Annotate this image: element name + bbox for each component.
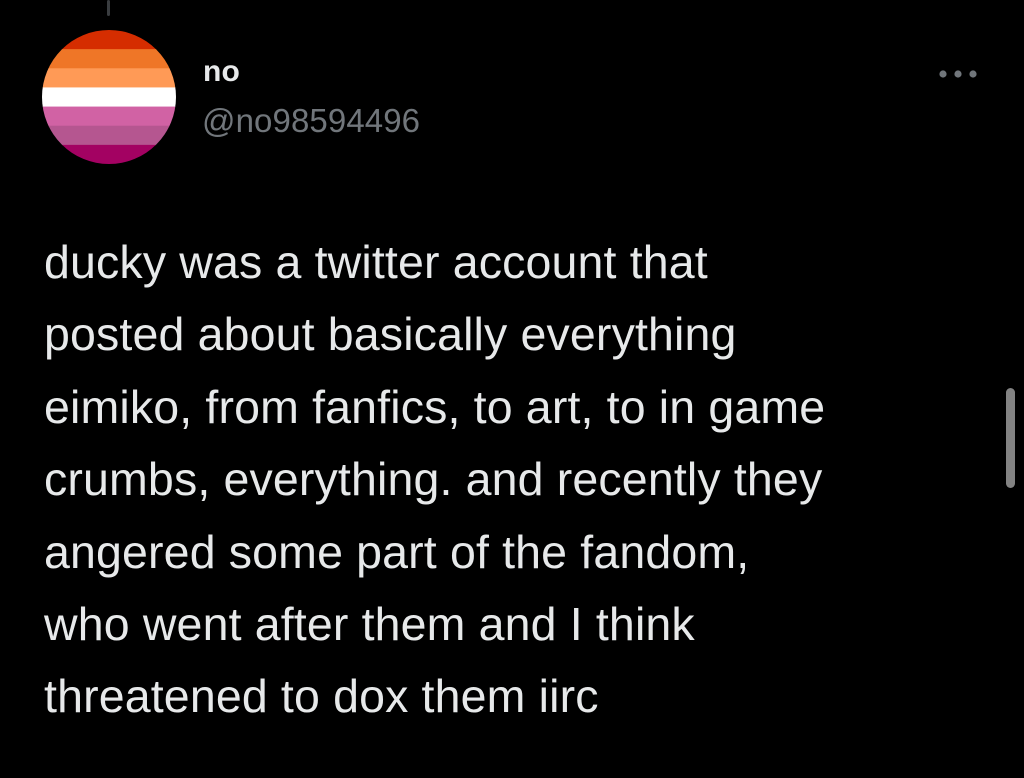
avatar-stripe bbox=[42, 144, 176, 164]
avatar-stripe bbox=[42, 87, 176, 108]
tweet-text: ducky was a twitter account that posted … bbox=[44, 236, 826, 723]
scrollbar[interactable] bbox=[1006, 388, 1015, 488]
avatar-stripe bbox=[42, 30, 176, 50]
avatar-stripe bbox=[42, 125, 176, 146]
lesbian-pride-flag-avatar bbox=[42, 30, 176, 164]
author-handle[interactable]: @no98594496 bbox=[202, 102, 420, 140]
thread-connector-line bbox=[107, 0, 110, 16]
more-horizontal-icon bbox=[939, 70, 977, 78]
more-options-button[interactable] bbox=[934, 62, 982, 86]
avatar-stripe bbox=[42, 49, 176, 69]
author-display-name[interactable]: no bbox=[203, 55, 240, 89]
avatar[interactable] bbox=[42, 30, 176, 164]
avatar-stripe bbox=[42, 68, 176, 89]
avatar-stripe bbox=[42, 106, 176, 127]
